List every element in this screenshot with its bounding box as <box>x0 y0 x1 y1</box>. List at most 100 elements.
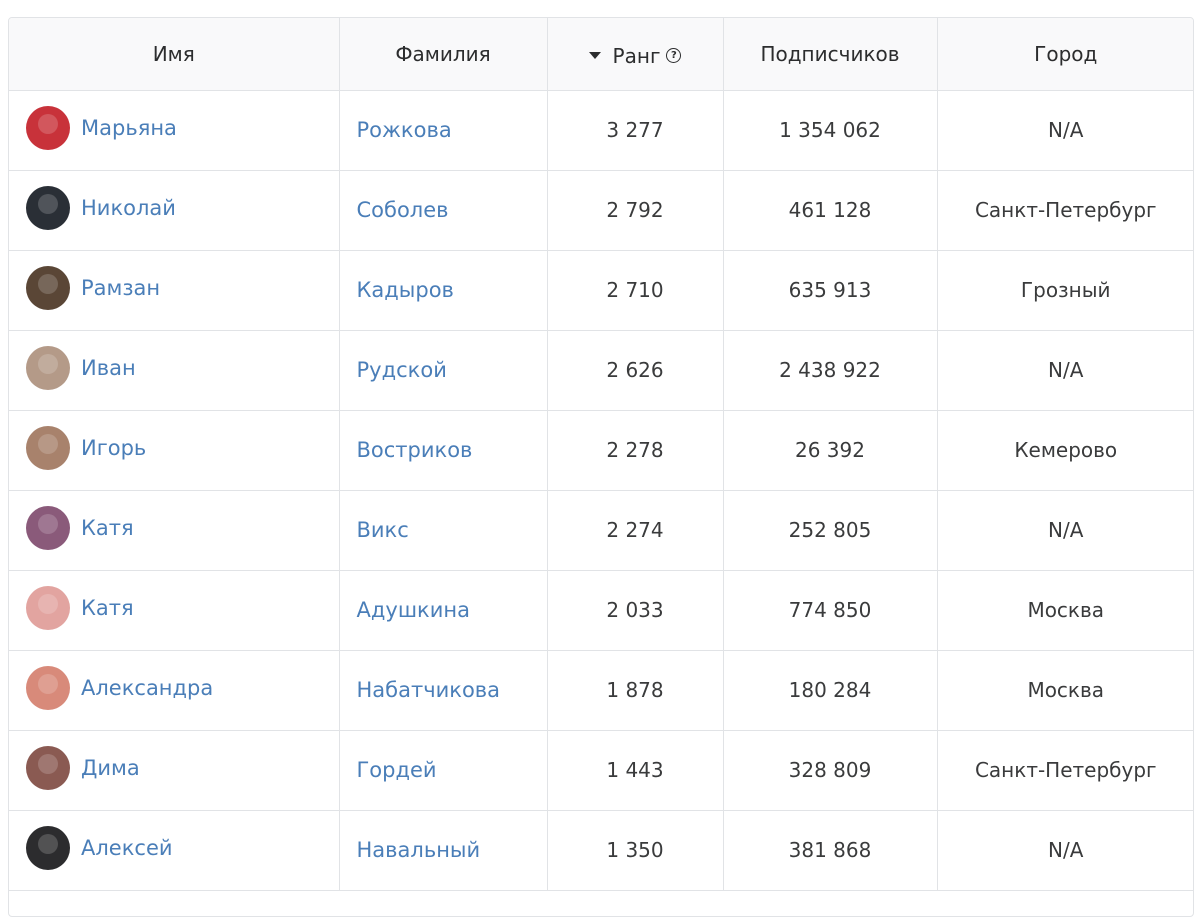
column-header-name-label: Имя <box>152 41 195 66</box>
column-header-subscribers[interactable]: Подписчиков <box>723 18 938 91</box>
table-row: Николай Соболев 2 792 461 128 Санкт-Пете… <box>9 170 1193 251</box>
avatar[interactable] <box>26 666 70 710</box>
cell-city: N/A <box>937 490 1193 571</box>
table-row: Иван Рудской 2 626 2 438 922 N/A <box>9 330 1193 411</box>
avatar[interactable] <box>26 586 70 630</box>
first-name-link[interactable]: Марьяна <box>81 116 177 140</box>
column-header-surname[interactable]: Фамилия <box>339 18 548 91</box>
table-header-row: Имя Фамилия Ранг ? Подписчиков Город <box>9 18 1193 91</box>
cell-subscribers: 180 284 <box>723 650 938 731</box>
cell-surname: Рудской <box>339 330 548 411</box>
cell-rank: 2 278 <box>547 410 724 491</box>
column-header-rank-label: Ранг <box>612 43 661 68</box>
cell-city: N/A <box>937 330 1193 411</box>
ranking-table-container: Имя Фамилия Ранг ? Подписчиков Город Мар… <box>8 17 1194 917</box>
cell-city: Москва <box>937 570 1193 651</box>
first-name-link[interactable]: Александра <box>81 676 213 700</box>
cell-name: Иван <box>9 330 340 411</box>
cell-subscribers: 381 868 <box>723 810 938 891</box>
first-name-link[interactable]: Дима <box>81 756 140 780</box>
cell-name: Алексей <box>9 810 340 891</box>
column-header-name[interactable]: Имя <box>9 18 340 91</box>
avatar[interactable] <box>26 426 70 470</box>
cell-rank: 2 626 <box>547 330 724 411</box>
cell-rank: 2 710 <box>547 250 724 331</box>
ranking-table: Имя Фамилия Ранг ? Подписчиков Город Мар… <box>9 18 1193 891</box>
last-name-link[interactable]: Востриков <box>357 438 473 462</box>
column-header-city[interactable]: Город <box>937 18 1193 91</box>
cell-rank: 1 350 <box>547 810 724 891</box>
first-name-link[interactable]: Алексей <box>81 836 173 860</box>
first-name-link[interactable]: Николай <box>81 196 176 220</box>
cell-surname: Навальный <box>339 810 548 891</box>
table-row: Катя Викс 2 274 252 805 N/A <box>9 490 1193 571</box>
first-name-link[interactable]: Катя <box>81 596 134 620</box>
table-row: Алексей Навальный 1 350 381 868 N/A <box>9 810 1193 891</box>
cell-subscribers: 2 438 922 <box>723 330 938 411</box>
last-name-link[interactable]: Соболев <box>357 198 449 222</box>
cell-surname: Набатчикова <box>339 650 548 731</box>
first-name-link[interactable]: Игорь <box>81 436 146 460</box>
cell-city: N/A <box>937 90 1193 171</box>
cell-name: Катя <box>9 490 340 571</box>
cell-rank: 1 443 <box>547 730 724 811</box>
cell-city: Санкт-Петербург <box>937 170 1193 251</box>
avatar[interactable] <box>26 826 70 870</box>
avatar[interactable] <box>26 186 70 230</box>
cell-name: Александра <box>9 650 340 731</box>
column-header-city-label: Город <box>1034 41 1098 66</box>
cell-rank: 1 878 <box>547 650 724 731</box>
cell-subscribers: 635 913 <box>723 250 938 331</box>
table-row: Игорь Востриков 2 278 26 392 Кемерово <box>9 410 1193 491</box>
table-row: Дима Гордей 1 443 328 809 Санкт-Петербур… <box>9 730 1193 811</box>
last-name-link[interactable]: Набатчикова <box>357 678 501 702</box>
cell-rank: 2 792 <box>547 170 724 251</box>
cell-rank: 3 277 <box>547 90 724 171</box>
cell-city: N/A <box>937 810 1193 891</box>
cell-subscribers: 774 850 <box>723 570 938 651</box>
cell-subscribers: 461 128 <box>723 170 938 251</box>
avatar[interactable] <box>26 346 70 390</box>
cell-name: Рамзан <box>9 250 340 331</box>
cell-name: Катя <box>9 570 340 651</box>
question-circle-icon[interactable]: ? <box>666 48 682 63</box>
last-name-link[interactable]: Рудской <box>357 358 447 382</box>
last-name-link[interactable]: Викс <box>357 518 409 542</box>
column-header-surname-label: Фамилия <box>395 41 491 66</box>
first-name-link[interactable]: Катя <box>81 516 134 540</box>
sort-desc-icon <box>588 52 601 59</box>
cell-name: Николай <box>9 170 340 251</box>
cell-surname: Адушкина <box>339 570 548 651</box>
last-name-link[interactable]: Кадыров <box>357 278 454 302</box>
table-row: Рамзан Кадыров 2 710 635 913 Грозный <box>9 250 1193 331</box>
cell-rank: 2 033 <box>547 570 724 651</box>
cell-city: Санкт-Петербург <box>937 730 1193 811</box>
table-row: Марьяна Рожкова 3 277 1 354 062 N/A <box>9 90 1193 171</box>
first-name-link[interactable]: Иван <box>81 356 136 380</box>
avatar[interactable] <box>26 746 70 790</box>
avatar[interactable] <box>26 506 70 550</box>
cell-subscribers: 1 354 062 <box>723 90 938 171</box>
cell-surname: Рожкова <box>339 90 548 171</box>
cell-subscribers: 26 392 <box>723 410 938 491</box>
cell-subscribers: 252 805 <box>723 490 938 571</box>
last-name-link[interactable]: Рожкова <box>357 118 452 142</box>
cell-rank: 2 274 <box>547 490 724 571</box>
last-name-link[interactable]: Навальный <box>357 838 481 862</box>
cell-city: Кемерово <box>937 410 1193 491</box>
last-name-link[interactable]: Гордей <box>357 758 437 782</box>
avatar[interactable] <box>26 106 70 150</box>
cell-surname: Кадыров <box>339 250 548 331</box>
first-name-link[interactable]: Рамзан <box>81 276 160 300</box>
column-header-rank[interactable]: Ранг ? <box>547 18 724 91</box>
cell-surname: Соболев <box>339 170 548 251</box>
cell-city: Грозный <box>937 250 1193 331</box>
cell-surname: Востриков <box>339 410 548 491</box>
cell-name: Игорь <box>9 410 340 491</box>
table-row: Катя Адушкина 2 033 774 850 Москва <box>9 570 1193 651</box>
column-header-subscribers-label: Подписчиков <box>760 41 900 66</box>
cell-name: Дима <box>9 730 340 811</box>
avatar[interactable] <box>26 266 70 310</box>
last-name-link[interactable]: Адушкина <box>357 598 470 622</box>
cell-surname: Викс <box>339 490 548 571</box>
